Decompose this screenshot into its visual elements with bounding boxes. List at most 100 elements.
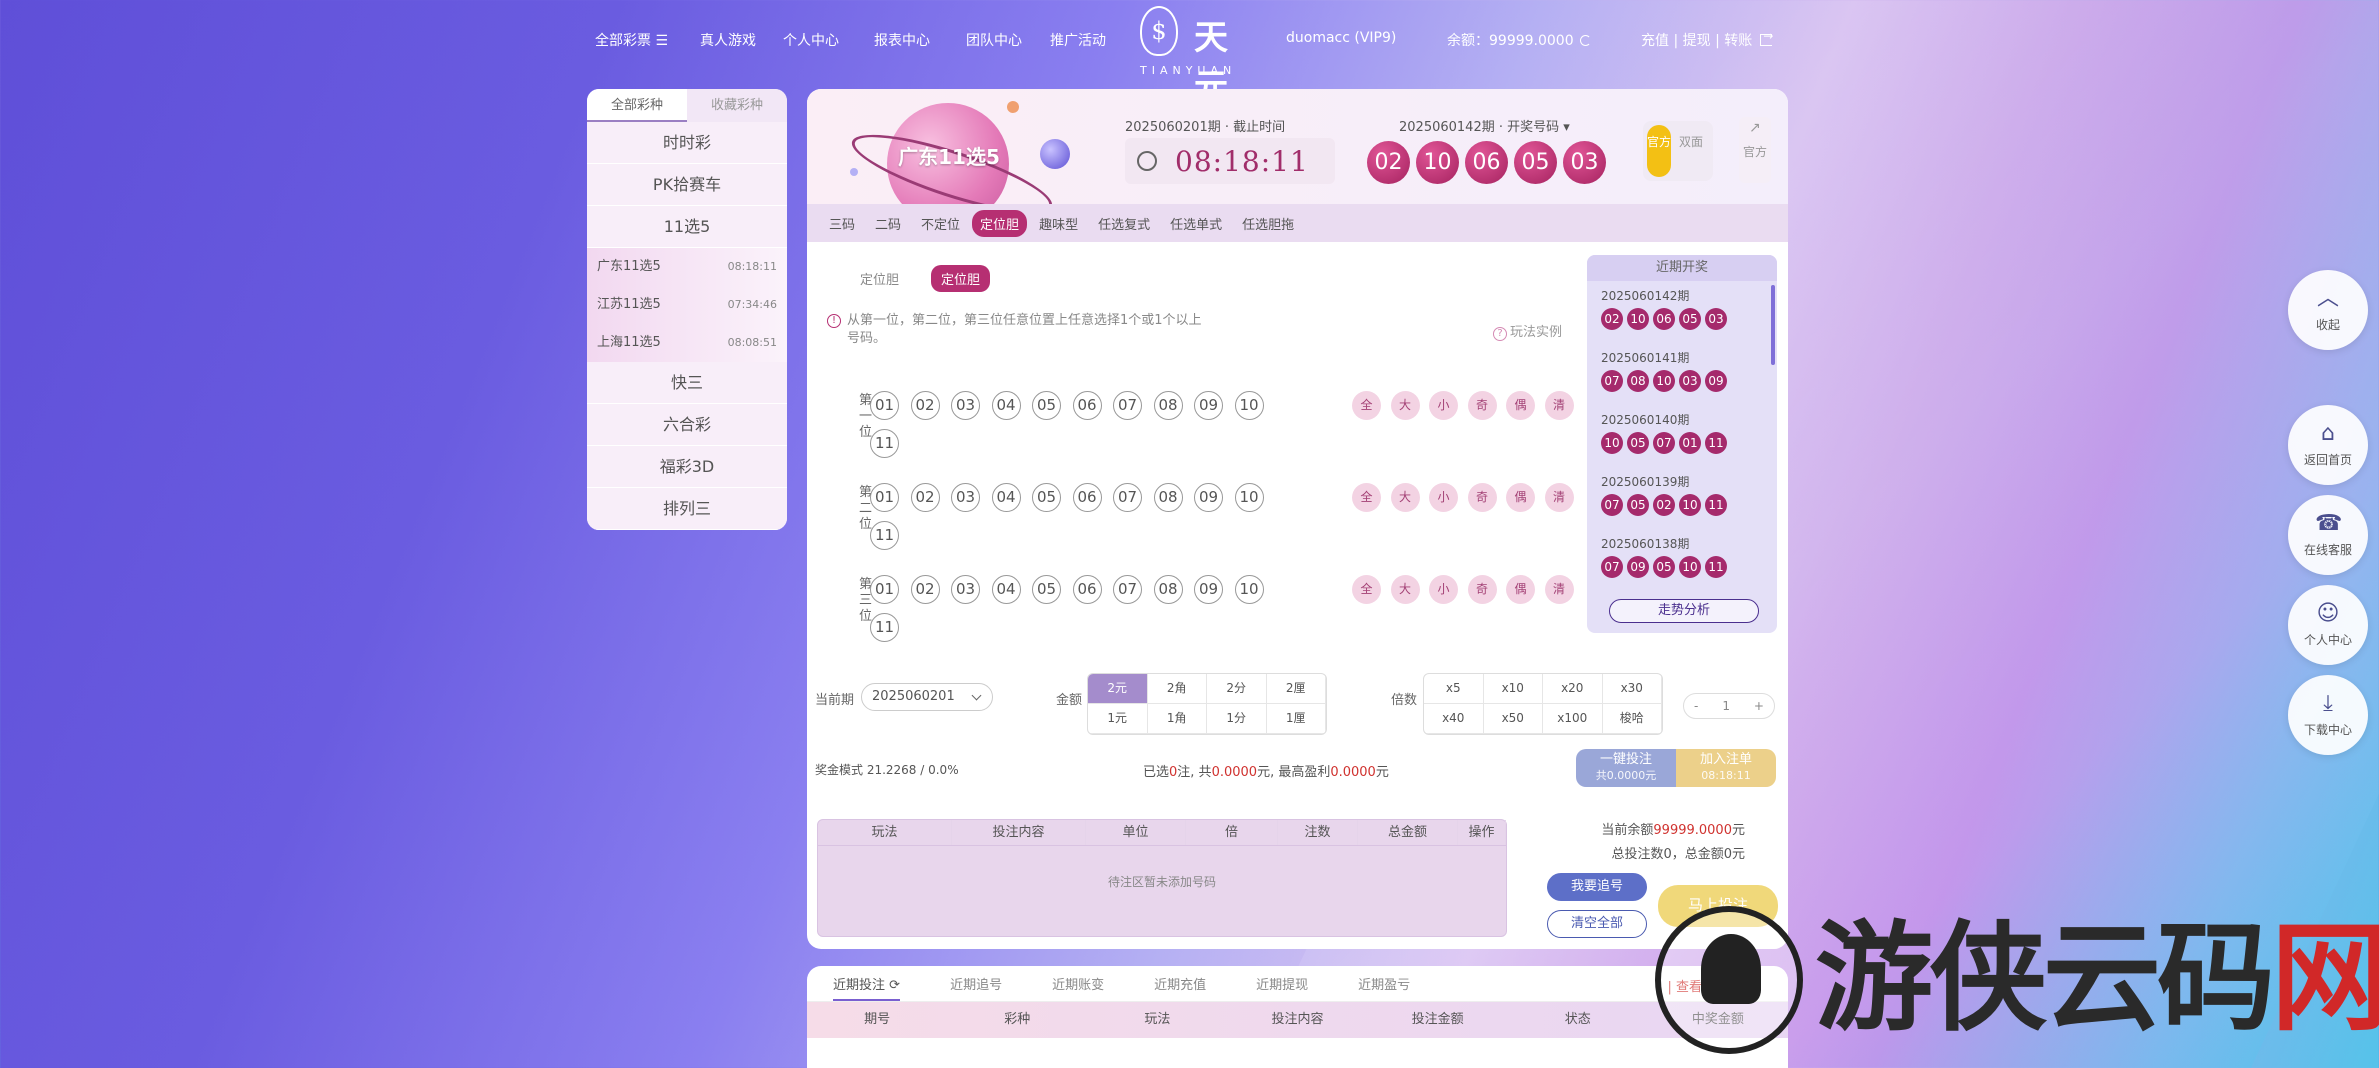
- quick-select-button[interactable]: 全: [1352, 391, 1381, 420]
- number-ball[interactable]: 04: [991, 391, 1021, 420]
- amount-option[interactable]: 2元: [1088, 674, 1148, 704]
- number-ball[interactable]: 03: [951, 483, 980, 512]
- quick-select-button[interactable]: 奇: [1467, 391, 1497, 420]
- quick-select-button[interactable]: 全: [1352, 575, 1381, 604]
- quick-select-button[interactable]: 清: [1544, 391, 1574, 420]
- quick-select-button[interactable]: 清: [1544, 575, 1574, 604]
- mode-official[interactable]: 官方: [1647, 125, 1671, 177]
- number-ball[interactable]: 11: [870, 429, 899, 458]
- official-link-button[interactable]: 官方: [1739, 117, 1771, 183]
- amount-option[interactable]: 1厘: [1266, 704, 1326, 734]
- recent-scrollbar[interactable]: [1771, 285, 1775, 365]
- customer-service-button[interactable]: ☎ 在线客服: [2288, 495, 2368, 575]
- recharge-withdraw-transfer-links[interactable]: 充值 | 提现 | 转账: [1641, 33, 1752, 49]
- amount-option[interactable]: 1分: [1207, 704, 1267, 734]
- quick-select-button[interactable]: 偶: [1506, 575, 1535, 604]
- number-ball[interactable]: 06: [1072, 483, 1102, 512]
- number-ball[interactable]: 07: [1113, 483, 1142, 512]
- nav-live-games[interactable]: 真人游戏: [700, 30, 756, 50]
- number-ball[interactable]: 06: [1072, 391, 1102, 420]
- play-example-link[interactable]: ? 玩法实例: [1493, 321, 1562, 341]
- number-ball[interactable]: 02: [910, 575, 940, 604]
- multiple-option[interactable]: x30: [1602, 674, 1662, 704]
- multiple-option[interactable]: x40: [1424, 704, 1484, 734]
- sidebar-item-pl3[interactable]: 排列三: [587, 488, 787, 530]
- tab-recent-recharge[interactable]: 近期充值: [1154, 974, 1206, 993]
- amount-option[interactable]: 2分: [1207, 674, 1267, 704]
- number-ball[interactable]: 08: [1153, 483, 1183, 512]
- download-center-button[interactable]: ⤓ 下载中心: [2288, 675, 2368, 755]
- sidebar-item-lhc[interactable]: 六合彩: [587, 404, 787, 446]
- number-ball[interactable]: 09: [1194, 391, 1223, 420]
- site-logo[interactable]: $ 天元 TIANYUAN: [1130, 4, 1240, 107]
- nav-promotions[interactable]: 推广活动: [1050, 30, 1106, 50]
- chase-number-button[interactable]: 我要追号: [1547, 873, 1647, 901]
- tab-dingweidan[interactable]: 定位胆: [972, 209, 1028, 237]
- nav-personal-center[interactable]: 个人中心: [783, 30, 839, 50]
- quick-select-button[interactable]: 大: [1390, 483, 1420, 512]
- home-button[interactable]: ⌂ 返回首页: [2288, 405, 2368, 485]
- multiple-option[interactable]: 梭哈: [1602, 704, 1662, 734]
- multiple-option[interactable]: x50: [1483, 704, 1543, 734]
- number-ball[interactable]: 01: [870, 483, 899, 512]
- number-ball[interactable]: 10: [1234, 575, 1264, 604]
- tab-budingwei[interactable]: 不定位: [913, 210, 968, 237]
- quick-select-button[interactable]: 大: [1390, 391, 1420, 420]
- quick-select-button[interactable]: 偶: [1506, 483, 1535, 512]
- multiple-option[interactable]: x100: [1543, 704, 1603, 734]
- tab-recent-chase[interactable]: 近期追号: [950, 974, 1002, 993]
- quick-select-button[interactable]: 奇: [1467, 575, 1497, 604]
- quick-select-button[interactable]: 小: [1429, 483, 1458, 512]
- trend-analysis-button[interactable]: 走势分析: [1609, 599, 1759, 623]
- number-ball[interactable]: 07: [1113, 575, 1142, 604]
- number-ball[interactable]: 07: [1113, 391, 1142, 420]
- quick-select-button[interactable]: 偶: [1506, 391, 1535, 420]
- tab-renxuan-danshi[interactable]: 任选单式: [1162, 210, 1230, 237]
- quick-select-button[interactable]: 大: [1390, 575, 1420, 604]
- tab-renxuan-fushi[interactable]: 任选复式: [1090, 210, 1158, 237]
- number-ball[interactable]: 03: [951, 391, 980, 420]
- sidebar-subitem[interactable]: 江苏11选5 07:34:46: [587, 286, 787, 324]
- sidebar-subitem[interactable]: 广东11选5 08:18:11: [587, 248, 787, 286]
- amount-option[interactable]: 1元: [1088, 704, 1148, 734]
- stepper-minus-button[interactable]: -: [1694, 694, 1698, 718]
- number-ball[interactable]: 08: [1153, 391, 1183, 420]
- refresh-icon[interactable]: [1579, 35, 1591, 46]
- number-ball[interactable]: 11: [870, 521, 899, 550]
- number-ball[interactable]: 10: [1234, 391, 1264, 420]
- tab-quweixing[interactable]: 趣味型: [1031, 210, 1086, 237]
- collapse-button[interactable]: ︿ 收起: [2288, 270, 2368, 350]
- stepper-plus-button[interactable]: +: [1754, 694, 1764, 718]
- number-ball[interactable]: 06: [1072, 575, 1102, 604]
- quick-select-button[interactable]: 奇: [1467, 483, 1497, 512]
- quick-select-button[interactable]: 全: [1352, 483, 1381, 512]
- number-ball[interactable]: 03: [951, 575, 980, 604]
- tab-sanma[interactable]: 三码: [821, 210, 863, 237]
- number-ball[interactable]: 11: [870, 613, 899, 642]
- tab-recent-bets[interactable]: 近期投注 ⟳: [833, 974, 901, 1001]
- logout-icon[interactable]: [1760, 29, 1773, 46]
- number-ball[interactable]: 02: [910, 483, 940, 512]
- one-click-bet-button[interactable]: 一键投注 共0.0000元: [1576, 749, 1676, 787]
- number-ball[interactable]: 04: [991, 483, 1021, 512]
- personal-center-button[interactable]: ☺ 个人中心: [2288, 585, 2368, 665]
- mode-toggle[interactable]: 官方 双面: [1643, 121, 1713, 181]
- tab-renxuan-dantuo[interactable]: 任选胆拖: [1234, 210, 1302, 237]
- nav-team[interactable]: 团队中心: [966, 30, 1022, 50]
- tab-favorite-lotteries[interactable]: 收藏彩种: [687, 89, 787, 122]
- number-ball[interactable]: 04: [991, 575, 1021, 604]
- multiple-option[interactable]: x20: [1543, 674, 1603, 704]
- tab-recent-changes[interactable]: 近期账变: [1052, 974, 1104, 993]
- sidebar-item-ssc[interactable]: 时时彩: [587, 122, 787, 164]
- subtab-dingweidan-active[interactable]: 定位胆: [931, 265, 991, 292]
- tab-recent-withdraw[interactable]: 近期提现: [1256, 974, 1308, 993]
- number-ball[interactable]: 01: [870, 575, 899, 604]
- multiple-option[interactable]: x5: [1424, 674, 1484, 704]
- sidebar-item-fc3d[interactable]: 福彩3D: [587, 446, 787, 488]
- number-ball[interactable]: 09: [1194, 483, 1223, 512]
- nav-all-lottery[interactable]: 全部彩票 ☰: [595, 30, 668, 50]
- number-ball[interactable]: 05: [1032, 483, 1061, 512]
- sidebar-item-11x5[interactable]: 11选5: [587, 206, 787, 248]
- number-ball[interactable]: 09: [1194, 575, 1223, 604]
- amount-option[interactable]: 1角: [1147, 704, 1207, 734]
